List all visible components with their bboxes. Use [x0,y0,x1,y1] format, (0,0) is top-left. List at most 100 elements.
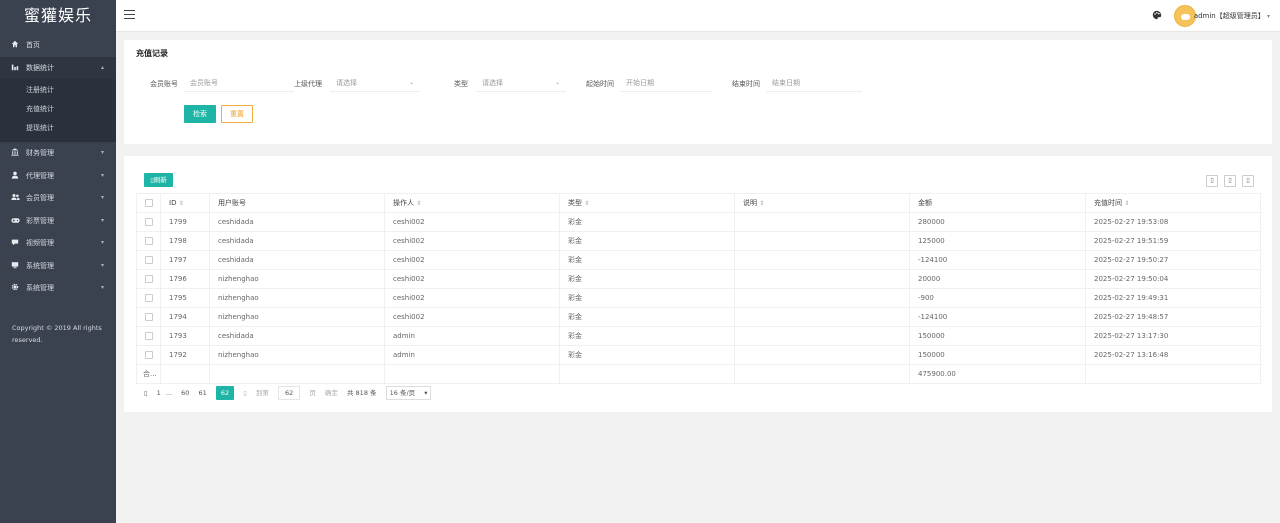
users-icon [10,187,20,210]
cell-amount: 280000 [909,212,1086,232]
chevron-down-icon: ⌄ [408,79,414,86]
end-time-label: 结束时间 [732,80,760,88]
row-checkbox[interactable] [136,231,161,251]
table-row: 1794 nizhenghao ceshi002 彩金 -124100 2025-02-2… [136,307,1261,327]
menu-toggle-icon[interactable] [124,10,135,20]
page-link[interactable]: 60 [181,386,189,400]
agent-select[interactable]: 请选择 ⌄ [330,74,420,92]
total-count: 共 818 条 [346,389,377,397]
row-checkbox[interactable] [136,345,161,365]
row-checkbox[interactable] [136,250,161,270]
sidebar-item-system-2[interactable]: 系统管理 ▾ [0,277,116,300]
cell-amount: -900 [909,288,1086,308]
cell-id: 1794 [160,307,210,327]
type-select[interactable]: 请选择 ⌄ [476,74,566,92]
cell-operator: admin [384,345,560,365]
cell-note [734,307,910,327]
refresh-button[interactable]: ▯刷新 [144,173,173,187]
bank-icon [10,142,20,165]
sidebar-item-video[interactable]: 视频管理 ▾ [0,232,116,255]
cell-account: ceshidada [209,250,385,270]
sidebar-subitem-register[interactable]: 注册统计 [0,81,116,100]
chevron-down-icon: ▾ [100,261,104,269]
sidebar-subitem-recharge[interactable]: 充值统计 [0,100,116,119]
chevron-down-icon: ▾ [100,284,104,291]
cell-amount: 20000 [909,269,1086,289]
sidebar-item-agent[interactable]: 代理管理 ▾ [0,165,116,188]
chevron-down-icon: ⌄ [554,79,560,86]
cell-operator: ceshi002 [384,212,560,232]
sort-icon: ⇕ [759,200,765,207]
cell-type: 彩金 [559,269,735,289]
column-header-id[interactable]: ID ⇕ [160,193,210,213]
avatar[interactable] [1174,5,1196,27]
column-header-type[interactable]: 类型 ⇕ [559,193,735,213]
member-input[interactable]: 会员账号 [184,74,294,92]
sort-icon: ⇕ [1124,200,1130,207]
page-title: 充值记录 [136,49,168,58]
cell-amount: -124100 [909,250,1086,270]
topbar: admin【超级管理员】 ▾ [116,0,1280,32]
cell-time: 2025-02-27 19:49:31 [1085,288,1261,308]
app-logo: 蜜獾娱乐 [23,6,92,25]
per-page-select[interactable]: 16 条/页 ▾ [385,386,432,400]
page-ellipsis: ... [165,389,173,397]
sidebar-item-finance[interactable]: 财务管理 ▾ [0,142,116,165]
stats-submenu: 注册统计 充值统计 提现统计 [0,79,116,142]
cell-operator: ceshi002 [384,269,560,289]
row-checkbox[interactable] [136,269,161,289]
page-current[interactable]: 62 [215,386,235,400]
cell-id: 1795 [160,288,210,308]
table-row: 1795 nizhenghao ceshi002 彩金 -900 2025-02-27 1… [136,288,1261,308]
column-header-note[interactable]: 说明 ⇕ [734,193,910,213]
cell-type: 彩金 [559,345,735,365]
goto-label: 到第 [255,389,269,397]
cell-operator: ceshi002 [384,250,560,270]
user-menu[interactable]: admin【超级管理员】 ▾ [1194,11,1270,21]
column-header-time[interactable]: 充值时间 ⇕ [1085,193,1261,213]
pagination: ▯ 1 ... 60 61 62 ▯ 到第 62 页 确定 共 818 条 16… [144,386,438,400]
sidebar-item-stats[interactable]: 数据统计 ▴ [0,56,116,80]
table-header-row: ID ⇕ 用户账号 操作人 ⇕ 类型 ⇕ 说明 ⇕ 金额 充值时间 ⇕ [136,193,1261,213]
gamepad-icon [10,210,20,233]
sidebar-item-system-1[interactable]: 系统管理 ▾ [0,255,116,278]
cell-note [734,250,910,270]
print-icon[interactable]: ▯ [1242,175,1254,187]
row-checkbox[interactable] [136,307,161,327]
chevron-up-icon: ▴ [100,63,104,71]
next-page-icon[interactable]: ▯ [243,386,247,400]
column-header-amount: 金额 [909,193,1086,213]
start-date-input[interactable]: 开始日期 [620,74,712,92]
sidebar-item-member[interactable]: 会员管理 ▾ [0,187,116,210]
reset-button[interactable]: 重置 [221,105,253,123]
cell-operator: ceshi002 [384,231,560,251]
start-time-label: 起始时间 [586,80,614,88]
search-button[interactable]: 检索 [184,105,216,123]
page-link[interactable]: 61 [199,386,207,400]
prev-page-icon[interactable]: ▯ [144,386,148,400]
cell-type: 彩金 [559,326,735,346]
cell-note [734,345,910,365]
column-header-operator[interactable]: 操作人 ⇕ [384,193,560,213]
sidebar-subitem-withdraw[interactable]: 提现统计 [0,119,116,138]
export-icon[interactable]: ▯ [1224,175,1236,187]
sidebar-item-lottery[interactable]: 彩票管理 ▾ [0,210,116,233]
chart-icon [10,57,20,80]
columns-icon[interactable]: ▯ [1206,175,1218,187]
page-link[interactable]: 1 [157,386,161,400]
select-all-checkbox[interactable] [136,193,161,213]
row-checkbox[interactable] [136,326,161,346]
cell-type: 彩金 [559,288,735,308]
row-checkbox[interactable] [136,288,161,308]
palette-icon[interactable] [1152,10,1162,23]
goto-confirm-button[interactable]: 确定 [325,386,338,400]
row-checkbox[interactable] [136,212,161,232]
end-date-input[interactable]: 结束日期 [766,74,862,92]
total-amount: 475900.00 [909,364,1086,384]
sidebar: 蜜獾娱乐 首页 数据统计 ▴ 注册统计 充值统计 提现统计 财务管理 ▾ 代理管… [0,0,116,523]
chevron-down-icon: ▾ [100,171,104,179]
column-header-account: 用户账号 [209,193,385,213]
goto-page-input[interactable]: 62 [277,386,301,400]
sidebar-item-home[interactable]: 首页 [0,34,116,57]
cell-amount: 150000 [909,326,1086,346]
